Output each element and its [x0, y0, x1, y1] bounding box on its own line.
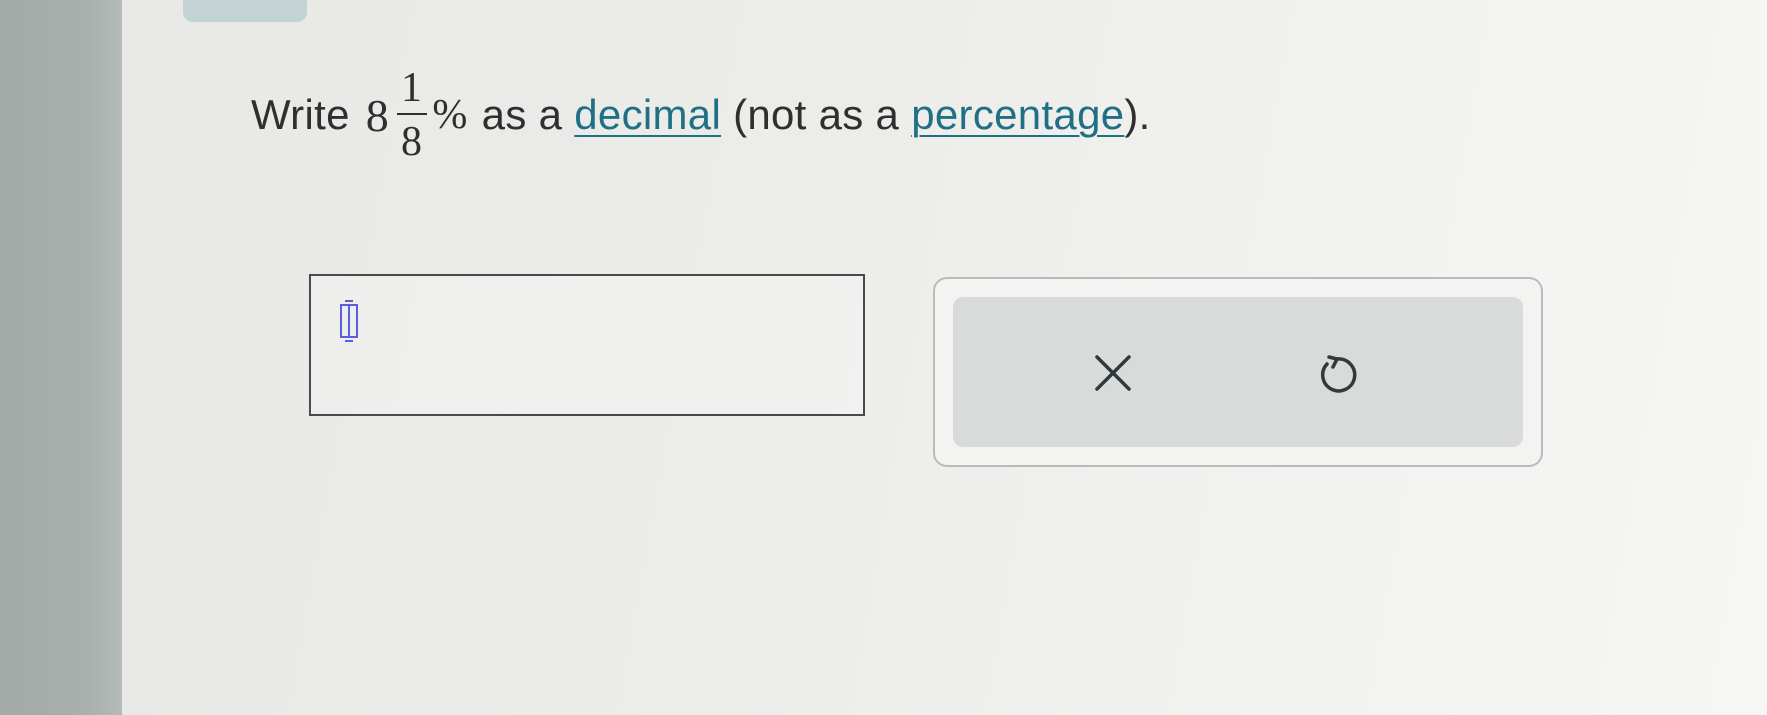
answer-input[interactable]	[309, 274, 865, 416]
question-paren-open: (not as a	[733, 91, 900, 138]
undo-button[interactable]	[1301, 337, 1373, 409]
percent-sign: %	[432, 92, 468, 138]
question-middle: as a	[481, 91, 563, 138]
question-prompt: Write 8 1 8 % as a decimal (not as a per…	[251, 50, 1151, 180]
left-bezel	[0, 0, 122, 715]
undo-icon	[1320, 355, 1357, 393]
mixed-number: 8 1 8 %	[366, 67, 468, 163]
tool-panel	[933, 277, 1543, 467]
cursor-line	[348, 306, 350, 336]
top-tab[interactable]	[183, 0, 307, 22]
text-cursor-icon	[340, 300, 358, 342]
mixed-number-whole: 8	[365, 89, 390, 141]
question-paren-close: ).	[1124, 91, 1151, 138]
clear-button[interactable]	[1077, 337, 1149, 409]
tool-panel-inner	[953, 297, 1523, 447]
fraction: 1 8	[395, 67, 428, 163]
decimal-link[interactable]: decimal	[574, 91, 721, 139]
percentage-link[interactable]: percentage	[911, 91, 1124, 139]
fraction-denominator: 8	[401, 119, 423, 165]
question-prefix: Write	[251, 91, 350, 138]
fraction-numerator: 1	[401, 65, 423, 111]
x-icon	[1095, 355, 1131, 391]
